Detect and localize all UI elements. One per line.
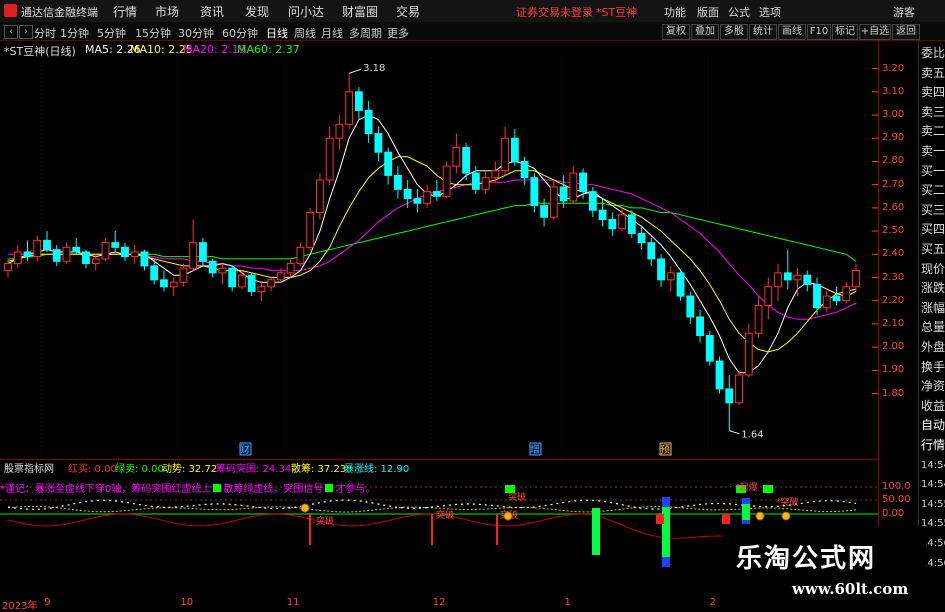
signal-bar: [742, 504, 750, 520]
price-tick-label: 2.80: [882, 155, 905, 167]
side-panel-item[interactable]: 卖三: [921, 104, 945, 121]
return-button[interactable]: 返回: [892, 24, 920, 40]
side-panel-item[interactable]: 买四: [921, 221, 945, 238]
indicator-note-3: 才参与。: [335, 484, 376, 495]
side-panel-item[interactable]: 买五: [921, 241, 945, 258]
indicator-note-1: *谨记：暴涨至虚线下穿0轴，筹码突围红虚线上: [0, 484, 212, 495]
green-square-2: [325, 484, 334, 492]
price-tick-label: 2.10: [882, 317, 905, 329]
side-panel-item[interactable]: 现价: [921, 261, 945, 278]
signal-label: *起爆: [735, 481, 758, 493]
price-tick-label: 1.90: [882, 364, 905, 376]
side-panel-item[interactable]: 总量: [921, 319, 945, 336]
side-panel-item[interactable]: 外盘: [921, 339, 945, 356]
signal-bar: [656, 514, 664, 524]
side-panel-item[interactable]: 自动: [921, 417, 945, 434]
coin-icon: [755, 511, 765, 521]
side-panel-item[interactable]: 14:54: [921, 476, 945, 493]
coin-icon: [300, 503, 310, 513]
side-panel-item[interactable]: 收益: [921, 398, 945, 415]
signal-label: 突破: [508, 491, 526, 503]
indicator-note-2: 散筹绿虚线，突围信号: [223, 484, 324, 495]
buy-signal-box: [505, 485, 515, 493]
price-tick-label: 1.80: [882, 387, 905, 399]
site-watermark: 乐淘公式网 www.60lt.com: [722, 526, 926, 606]
side-panel-item[interactable]: 买二: [921, 182, 945, 199]
signal-bar: [662, 557, 670, 567]
side-panel-item[interactable]: 卖四: [921, 84, 945, 101]
signal-label: 突破: [436, 509, 454, 521]
coin-icon: [503, 511, 513, 521]
price-tick-label: 3.00: [882, 109, 905, 121]
signal-bar: [592, 508, 600, 555]
signal-label: *突破: [776, 496, 799, 508]
side-panel-item[interactable]: 净资: [921, 378, 945, 395]
price-tick-label: 2.20: [882, 294, 905, 306]
watermark-title: 乐淘公式网: [736, 544, 877, 574]
price-tick-label: 2.50: [882, 225, 905, 237]
green-square-1: [213, 484, 222, 492]
buy-signal-box: [763, 485, 773, 493]
date-tick-label: 2023年: [2, 601, 38, 612]
date-tick-label: 9: [44, 597, 51, 608]
side-panel-item[interactable]: 卖二: [921, 123, 945, 140]
price-tick-label: 2.90: [882, 132, 905, 144]
signal-bar: [662, 497, 670, 507]
side-panel-item[interactable]: 卖五: [921, 65, 945, 82]
coin-icon: [781, 511, 791, 521]
indicator-tick-label: 100.0: [882, 481, 911, 492]
watermark-url: www.60lt.com: [792, 580, 909, 598]
date-tick-label: 2: [709, 597, 716, 608]
indicator-tick-label: 0.00: [882, 508, 905, 519]
date-tick-label: 12: [432, 597, 446, 608]
side-panel-item[interactable]: 涨幅: [921, 300, 945, 317]
date-tick-label: 1: [564, 597, 571, 608]
price-tick-label: 3.10: [882, 85, 905, 97]
signal-bar: [309, 514, 311, 545]
quote-side-panel[interactable]: 委比卖五卖四卖三卖二卖一买一买二买三买四买五现价涨跌涨幅总量外盘换手净资收益自动…: [918, 41, 945, 571]
side-panel-item[interactable]: 委比: [921, 45, 945, 62]
indicator-note: *谨记：暴涨至虚线下穿0轴，筹码突围红虚线上 散筹绿虚线，突围信号 才参与。: [0, 480, 375, 495]
date-tick-label: 10: [180, 597, 194, 608]
price-tick-label: 2.70: [882, 178, 905, 190]
side-panel-item[interactable]: 卖一: [921, 143, 945, 160]
side-panel-item[interactable]: 行情: [921, 437, 945, 454]
guest-label[interactable]: 游客: [893, 4, 915, 20]
side-panel-item[interactable]: 换手: [921, 359, 945, 376]
signal-bar: [722, 514, 730, 524]
side-panel-item[interactable]: 14:54: [921, 457, 945, 474]
price-tick-label: 2.40: [882, 248, 905, 260]
side-panel-item[interactable]: 14:55: [921, 496, 945, 513]
side-panel-item[interactable]: 买一: [921, 163, 945, 180]
price-tick-label: 2.00: [882, 341, 905, 353]
side-panel-item[interactable]: 涨跌: [921, 280, 945, 297]
price-tick-label: 2.60: [882, 201, 905, 213]
indicator-tick-label: 50.00: [882, 494, 911, 505]
indicator-chart[interactable]: 突破突破突破突破*起爆*突破: [0, 0, 879, 609]
price-tick-label: 3.20: [882, 62, 905, 74]
side-panel-item[interactable]: 买三: [921, 202, 945, 219]
price-tick-label: 2.30: [882, 271, 905, 283]
date-tick-label: 11: [286, 597, 300, 608]
signal-bar: [431, 514, 433, 545]
signal-bar: [662, 497, 670, 567]
signal-label: 突破: [316, 515, 334, 527]
signal-bar: [496, 514, 498, 545]
